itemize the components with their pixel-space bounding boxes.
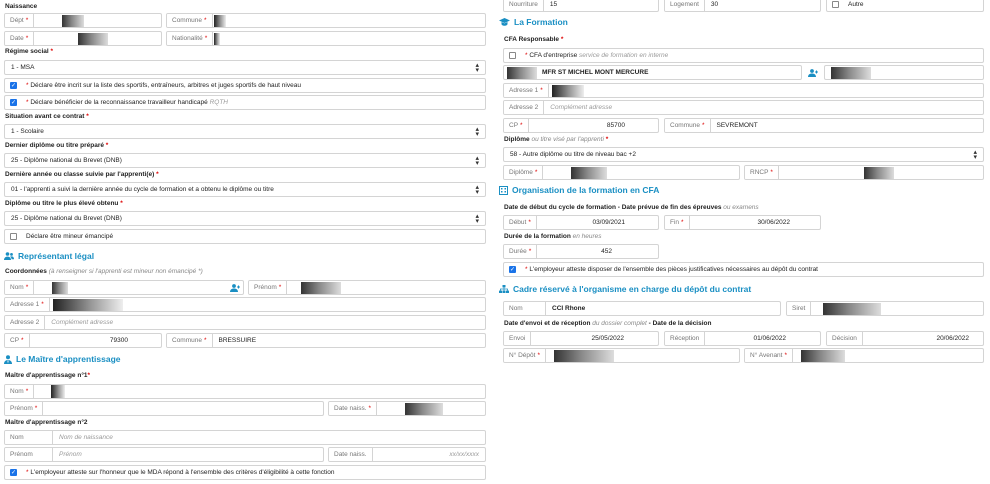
representant-title: Représentant légal xyxy=(4,251,94,261)
check-icon: ✓ xyxy=(10,99,17,106)
logement-field[interactable]: Logement 30 xyxy=(664,0,821,12)
cfa-entreprise-checkbox[interactable]: * CFA d'entreprise service de formation … xyxy=(503,48,984,63)
sort-arrows-icon: ▴ ▾ xyxy=(475,62,479,74)
derniere-annee-select[interactable]: 01 - l'apprenti a suivi la dernière anné… xyxy=(4,182,486,197)
duree-title: Durée de la formation en heures xyxy=(504,233,602,240)
building-icon xyxy=(499,185,508,195)
sort-arrows-icon: ▴ ▾ xyxy=(475,213,479,225)
cfa-resp-label: CFA Responsable * xyxy=(504,36,564,43)
diplome-field[interactable]: Diplôme * xyxy=(503,165,740,180)
sitemap-icon xyxy=(499,285,509,293)
commune-birth-field[interactable]: Commune * xyxy=(166,13,486,28)
user-add-icon[interactable] xyxy=(226,280,244,295)
situation-select[interactable]: 1 - Scolaire ▴ ▾ xyxy=(4,124,486,139)
naissance-title: Naissance xyxy=(5,3,38,10)
rep-commune-field[interactable]: Commune * BRESSUIRE xyxy=(166,333,486,348)
handicap-checkbox[interactable]: ✓ * Déclare bénéficier de la reconnaissan… xyxy=(4,95,486,110)
duree-field[interactable]: Durée * 452 xyxy=(503,244,659,259)
maitre-title: Le Maître d'apprentissage xyxy=(4,354,121,364)
cfa-adresse2-field[interactable]: Adresse 2 Complément adresse xyxy=(503,100,984,115)
coord-label: Coordonnées (à renseigner si l'apprenti … xyxy=(5,268,203,275)
sportif-checkbox[interactable]: ✓ * Déclare être incrit sur la liste des … xyxy=(4,78,486,93)
situation-label: Situation avant ce contrat * xyxy=(5,113,89,120)
navenant-field[interactable]: N° Avenant * xyxy=(744,348,984,363)
sort-arrows-icon: ▴ ▾ xyxy=(475,155,479,167)
reception-field[interactable]: Réception 01/06/2022 xyxy=(664,331,821,346)
pieces-checkbox[interactable]: ✓ * L'employeur atteste disposer de l'ens… xyxy=(503,262,984,277)
check-icon: ✓ xyxy=(10,469,17,476)
dates-label: Date de début du cycle de formation - Da… xyxy=(504,204,759,211)
cfa-siret-field[interactable] xyxy=(824,65,984,80)
fin-field[interactable]: Fin * 30/06/2022 xyxy=(664,215,821,230)
m2-prenom-field[interactable]: Prénom Prénom xyxy=(4,447,324,462)
users-icon xyxy=(4,252,14,260)
cfa-commune-field[interactable]: Commune * SEVREMONT xyxy=(664,118,984,133)
user-tie-icon xyxy=(4,354,12,364)
diplome-select[interactable]: 58 - Autre diplôme ou titre de niveau ba… xyxy=(503,147,984,162)
rep-cp-field[interactable]: CP * 79300 xyxy=(4,333,162,348)
dernier-diplome-select[interactable]: 25 - Diplôme national du Brevet (DNB) ▴ ▾ xyxy=(4,153,486,168)
debut-field[interactable]: Début * 03/09/2021 xyxy=(503,215,659,230)
cfa-cp-field[interactable]: CP * 85700 xyxy=(503,118,659,133)
rep-nom-field[interactable]: Nom * xyxy=(4,280,244,295)
graduation-cap-icon xyxy=(499,18,510,26)
maitre2-label: Maître d'apprentissage n°2 xyxy=(5,419,88,426)
nationalite-field[interactable]: Nationalité * xyxy=(166,31,486,46)
sort-arrows-icon: ▴ ▾ xyxy=(475,126,479,138)
formation-title: La Formation xyxy=(499,17,568,27)
sort-arrows-icon: ▴ ▾ xyxy=(973,149,977,161)
plus-eleve-select[interactable]: 25 - Diplôme national du Brevet (DNB) ▴ ▾ xyxy=(4,211,486,226)
decision-field[interactable]: Décision 20/06/2022 xyxy=(826,331,984,346)
rep-adresse1-field[interactable]: Adresse 1 * xyxy=(4,297,486,312)
regime-select[interactable]: 1 - MSA ▴ ▾ xyxy=(4,60,486,75)
check-icon: ✓ xyxy=(509,266,516,273)
autre-checkbox[interactable]: Autre xyxy=(826,0,984,12)
dernier-diplome-label: Dernier diplôme ou titre préparé * xyxy=(5,142,109,149)
nourriture-field[interactable]: Nourriture 15 xyxy=(503,0,659,12)
maitre1-label: Maître d'apprentissage n°1* xyxy=(5,372,91,379)
envoi-field[interactable]: Envoi 25/05/2022 xyxy=(503,331,659,346)
m1-datenaiss-field[interactable]: Date naiss. * xyxy=(328,401,486,416)
rep-adresse2-field[interactable]: Adresse 2 Complément adresse xyxy=(4,315,486,330)
derniere-annee-label: Dernière année ou classe suivie par l'ap… xyxy=(5,171,159,178)
envoi-title: Date d'envoi et de réception du dossier … xyxy=(504,320,712,327)
organisation-title: Organisation de la formation en CFA xyxy=(499,185,659,195)
m1-nom-field[interactable]: Nom * xyxy=(4,384,486,399)
m2-datenaiss-field[interactable]: Date naiss. xx/xx/xxxx xyxy=(328,447,486,462)
dept-field[interactable]: Dépt * xyxy=(4,13,162,28)
check-icon: ✓ xyxy=(10,82,17,89)
cfa-name-field[interactable]: MFR ST MICHEL MONT MERCURE xyxy=(503,65,802,80)
plus-eleve-label: Diplôme ou titre le plus élevé obtenu * xyxy=(5,200,123,207)
cfa-adresse1-field[interactable]: Adresse 1 * xyxy=(503,83,984,98)
regime-label: Régime social * xyxy=(5,48,54,55)
m2-nom-field[interactable]: Nom Nom de naissance xyxy=(4,430,486,445)
rep-prenom-field[interactable]: Prénom * xyxy=(248,280,486,295)
user-add-icon[interactable] xyxy=(804,65,822,80)
ndepot-field[interactable]: N° Dépôt * xyxy=(503,348,740,363)
cadre-title: Cadre réservé à l'organisme en charge du… xyxy=(499,284,751,294)
rncp-field[interactable]: RNCP * xyxy=(744,165,984,180)
diplome-label: Diplôme ou titre visé par l'apprenti * xyxy=(504,136,609,143)
siret-field[interactable]: Siret xyxy=(786,301,984,316)
sort-arrows-icon: ▴ ▾ xyxy=(475,184,479,196)
mda-checkbox[interactable]: ✓ * L'employeur atteste sur l'honneur que… xyxy=(4,465,486,480)
m1-prenom-field[interactable]: Prénom * xyxy=(4,401,324,416)
mineur-checkbox[interactable]: Déclare être mineur émancipé xyxy=(4,229,486,244)
date-birth-field[interactable]: Date * xyxy=(4,31,162,46)
org-nom-field[interactable]: Nom CCI Rhone xyxy=(503,301,781,316)
